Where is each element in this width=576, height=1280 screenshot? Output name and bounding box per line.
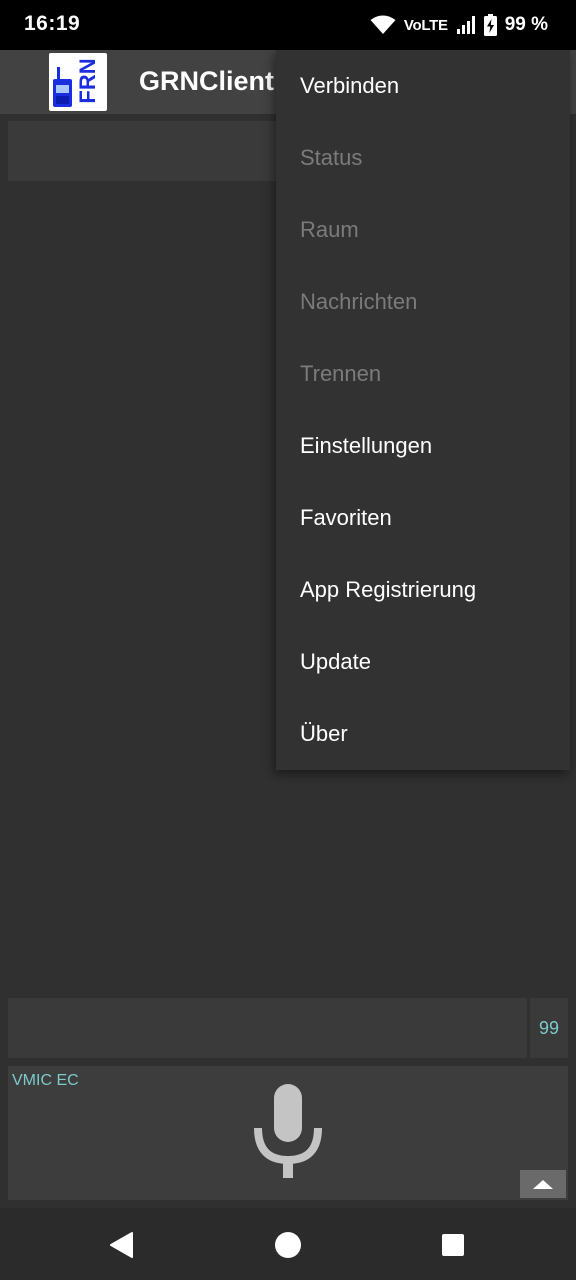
battery-charging-icon — [483, 14, 497, 36]
overflow-menu: Verbinden Status Raum Nachrichten Trenne… — [276, 50, 570, 770]
wifi-icon — [370, 15, 396, 34]
character-count: 99 — [530, 998, 568, 1058]
chevron-up-icon — [533, 1180, 553, 1189]
menu-item-einstellungen[interactable]: Einstellungen — [276, 410, 570, 482]
menu-item-app-registrierung[interactable]: App Registrierung — [276, 554, 570, 626]
system-nav-bar — [0, 1208, 576, 1280]
menu-item-trennen[interactable]: Trennen — [276, 338, 570, 410]
ptt-panel: VMIC EC — [8, 1066, 568, 1200]
expand-panel-button[interactable] — [520, 1170, 566, 1198]
menu-item-raum[interactable]: Raum — [276, 194, 570, 266]
app-logo: FRN — [49, 53, 107, 111]
battery-level: 99 % — [504, 14, 548, 35]
microphone-icon — [254, 1084, 322, 1178]
status-bar: 16:19 VoLTE 99 % — [0, 0, 576, 50]
clock: 16:19 — [24, 12, 81, 35]
message-input[interactable] — [8, 998, 527, 1058]
mic-mode-label: VMIC EC — [12, 1072, 79, 1089]
radio-logo-icon: FRN — [53, 58, 100, 107]
network-type: VoLTE — [403, 16, 448, 34]
home-button[interactable] — [271, 1228, 305, 1262]
menu-item-update[interactable]: Update — [276, 626, 570, 698]
back-triangle-icon — [110, 1232, 133, 1258]
recents-button[interactable] — [436, 1228, 470, 1262]
home-circle-icon — [275, 1232, 301, 1258]
signal-icon — [456, 16, 475, 34]
recents-square-icon — [442, 1234, 464, 1256]
menu-item-verbinden[interactable]: Verbinden — [276, 50, 570, 122]
menu-item-ueber[interactable]: Über — [276, 698, 570, 770]
status-icons: VoLTE 99 % — [370, 11, 548, 39]
app-title: GRNClient — [139, 66, 274, 96]
svg-text:FRN: FRN — [75, 58, 100, 103]
push-to-talk-button[interactable] — [252, 1082, 324, 1180]
back-button[interactable] — [104, 1228, 138, 1262]
menu-item-status[interactable]: Status — [276, 122, 570, 194]
menu-item-favoriten[interactable]: Favoriten — [276, 482, 570, 554]
menu-item-nachrichten[interactable]: Nachrichten — [276, 266, 570, 338]
